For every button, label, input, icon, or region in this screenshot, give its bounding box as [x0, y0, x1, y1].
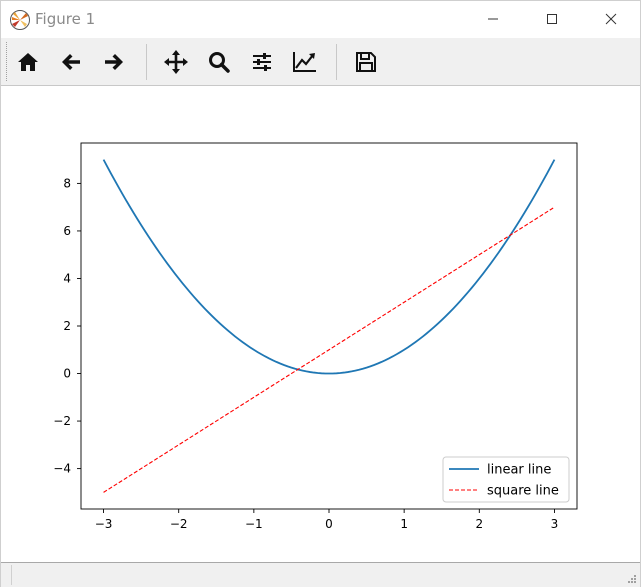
x-tick-label: 0	[325, 517, 333, 531]
move-icon	[164, 50, 188, 74]
subplots-button[interactable]	[244, 44, 280, 80]
line-chart: −3 −2 −1 0 1 2 3 −4 −2 0 2 4 6 8 linear line square lin…	[53, 142, 578, 531]
magnifier-icon	[209, 52, 230, 73]
toolbar-grip[interactable]	[6, 42, 9, 81]
x-tick-label: −3	[95, 517, 113, 531]
x-tick-label: 2	[475, 517, 483, 531]
axes-frame	[80, 142, 578, 510]
minimize-icon	[488, 18, 498, 20]
navigation-toolbar	[1, 38, 640, 86]
toolbar-separator	[336, 44, 337, 80]
axes-button[interactable]	[287, 44, 323, 80]
back-button[interactable]	[53, 44, 89, 80]
home-button[interactable]	[10, 44, 46, 80]
y-tick-label: −4	[53, 462, 71, 476]
figure-window: Figure 1 −3 −2 −1 0 1 2 3 −4 −2 0 2 4 6 …	[0, 0, 641, 587]
sliders-icon	[253, 53, 271, 71]
pan-button[interactable]	[158, 44, 194, 80]
save-button[interactable]	[348, 44, 384, 80]
y-tick-label: 0	[63, 367, 71, 381]
figure-canvas[interactable]: −3 −2 −1 0 1 2 3 −4 −2 0 2 4 6 8 linear line square lin…	[1, 86, 640, 562]
title-bar[interactable]: Figure 1	[1, 1, 640, 38]
maximize-button[interactable]	[529, 1, 575, 37]
x-tick-label: −2	[170, 517, 188, 531]
arrow-right-icon	[105, 54, 123, 70]
x-tick-label: 1	[400, 517, 408, 531]
series-linear-line	[102, 159, 556, 375]
floppy-disk-icon	[356, 52, 376, 72]
close-icon	[605, 13, 617, 25]
matplotlib-logo-icon	[9, 9, 31, 31]
y-tick-label: 2	[63, 319, 71, 333]
resize-grip-icon[interactable]	[627, 574, 637, 584]
home-icon	[18, 53, 38, 71]
maximize-icon	[547, 14, 557, 24]
toolbar-separator	[146, 44, 147, 80]
window-title: Figure 1	[35, 10, 96, 28]
zoom-button[interactable]	[201, 44, 237, 80]
legend-label: linear line	[487, 463, 551, 478]
y-tick-label: 6	[63, 224, 71, 238]
close-button[interactable]	[588, 1, 634, 37]
minimize-button[interactable]	[470, 1, 516, 37]
forward-button[interactable]	[96, 44, 132, 80]
status-bar	[1, 562, 640, 587]
y-tick-label: 4	[63, 271, 71, 285]
y-tick-label: −2	[53, 414, 71, 428]
legend-label: square line	[487, 484, 559, 499]
series-square-line	[103, 206, 555, 493]
x-tick-label: 3	[551, 517, 559, 531]
line-chart-icon	[293, 52, 316, 72]
status-separator	[11, 565, 12, 585]
arrow-left-icon	[62, 54, 80, 70]
x-tick-label: −1	[245, 517, 263, 531]
y-tick-label: 8	[63, 176, 71, 190]
